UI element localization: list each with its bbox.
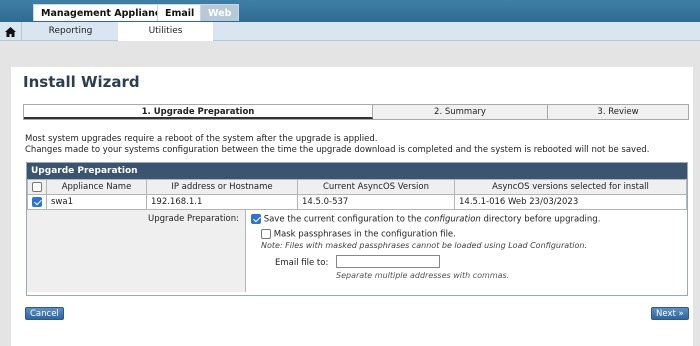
- appliance-name-cell: swa1: [46, 194, 147, 210]
- select-all-cell: [27, 179, 47, 195]
- panel-title: Upgarde Preparation: [27, 163, 687, 179]
- email-field[interactable]: [336, 255, 440, 268]
- subnav-utilities[interactable]: Utilities: [118, 22, 213, 41]
- save-config-checkbox[interactable]: [251, 214, 261, 224]
- step-summary: 2. Summary: [373, 105, 548, 119]
- top-navigation-bar: Management Appliance Email Web: [0, 0, 700, 22]
- mask-passphrases-option: Mask passphrases in the configuration fi…: [261, 229, 456, 240]
- preparation-options: Upgrade Preparation: Save the current co…: [27, 210, 687, 292]
- col-appliance-name: Appliance Name: [46, 179, 147, 195]
- tab-management-appliance[interactable]: Management Appliance: [33, 4, 175, 21]
- row-select-cell: [27, 194, 47, 210]
- tab-email[interactable]: Email: [157, 4, 203, 21]
- step-review: 3. Review: [548, 105, 688, 119]
- next-button[interactable]: Next »: [651, 307, 689, 320]
- appliance-table: Appliance Name IP address or Hostname Cu…: [27, 179, 687, 210]
- save-config-option: Save the current configuration to the co…: [251, 214, 600, 225]
- save-config-text-pre: Save the current configuration to the: [263, 214, 425, 225]
- preparation-body: Save the current configuration to the co…: [246, 210, 687, 292]
- upgrade-preparation-panel: Upgarde Preparation Appliance Name IP ad…: [26, 162, 688, 296]
- ip-cell: 192.168.1.1: [146, 194, 298, 210]
- select-all-checkbox[interactable]: [32, 181, 42, 192]
- selected-version-cell: 14.5.1-016 Web 23/03/2023: [454, 194, 687, 210]
- row-checkbox[interactable]: [32, 196, 42, 207]
- table-row: swa1 192.168.1.1 14.5.0-537 14.5.1-016 W…: [27, 194, 687, 210]
- sub-navigation-bar: Reporting Utilities: [0, 22, 700, 41]
- preparation-label: Upgrade Preparation:: [27, 210, 246, 292]
- cancel-button[interactable]: Cancel: [25, 307, 64, 320]
- subnav-reporting[interactable]: Reporting: [23, 22, 118, 41]
- table-header-row: Appliance Name IP address or Hostname Cu…: [27, 179, 687, 195]
- email-label: Email file to:: [275, 258, 329, 268]
- step-upgrade-preparation: 1. Upgrade Preparation: [24, 105, 373, 119]
- upgrade-notice: Most system upgrades require a reboot of…: [25, 134, 649, 156]
- mask-passphrases-label: Mask passphrases in the configuration fi…: [273, 229, 456, 240]
- notice-line-1: Most system upgrades require a reboot of…: [25, 134, 378, 144]
- col-selected-version: AsyncOS versions selected for install: [454, 179, 687, 195]
- wizard-steps: 1. Upgrade Preparation 2. Summary 3. Rev…: [23, 104, 689, 120]
- save-config-text-post: directory before upgrading.: [480, 214, 601, 225]
- page-title: Install Wizard: [23, 73, 140, 91]
- notice-line-2: Changes made to your systems configurati…: [25, 145, 650, 155]
- mask-note: Note: Files with masked passphrases cann…: [261, 241, 588, 250]
- email-hint: Separate multiple addresses with commas.: [336, 271, 510, 280]
- save-config-text-em: configuration: [424, 214, 481, 225]
- mask-passphrases-checkbox[interactable]: [261, 229, 271, 239]
- tab-web[interactable]: Web: [200, 4, 240, 21]
- wizard-card: Install Wizard 1. Upgrade Preparation 2.…: [11, 67, 693, 346]
- col-ip-hostname: IP address or Hostname: [146, 179, 298, 195]
- current-version-cell: 14.5.0-537: [297, 194, 455, 210]
- col-current-version: Current AsyncOS Version: [297, 179, 455, 195]
- home-icon[interactable]: [0, 22, 22, 41]
